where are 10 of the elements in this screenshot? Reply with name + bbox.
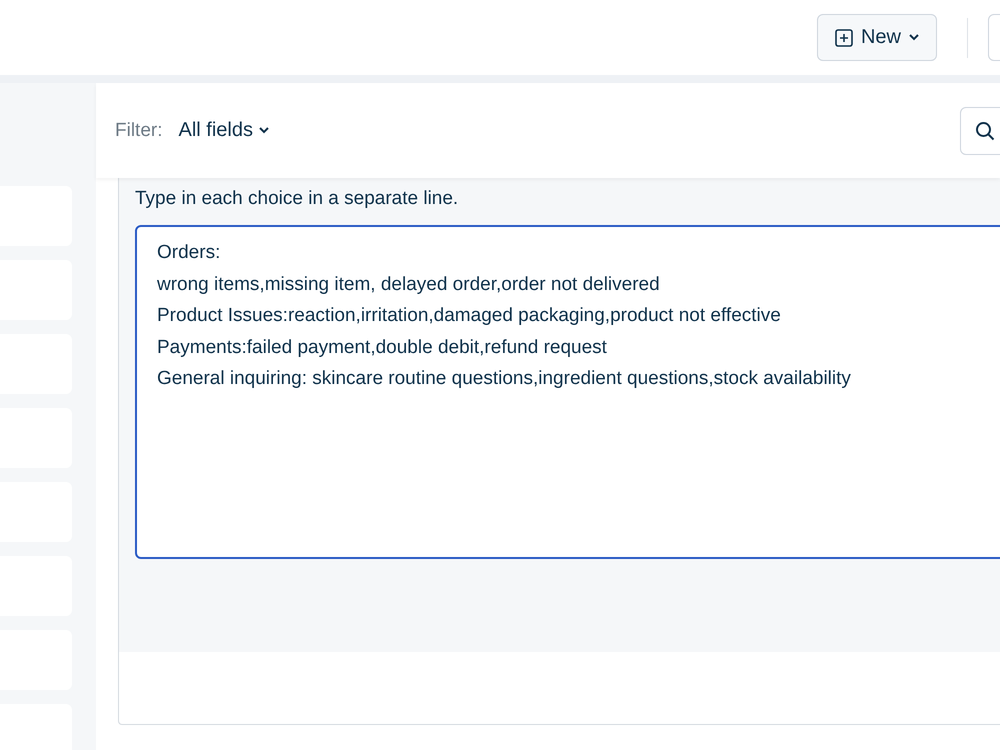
plus-square-icon (834, 28, 853, 46)
new-button[interactable]: New (817, 14, 937, 61)
filter-label: Filter: (115, 120, 162, 142)
search-button[interactable] (960, 106, 1000, 154)
caret-icon (258, 127, 269, 134)
choices-textarea[interactable]: Orders: wrong items,missing item, delayed order,order not delivered Product Issues:reaction,irritation,damaged packaging,product not effective Payments:failed payment,double debit,refund request General inquiring: skincare routine questions,ingredient questions,stock availability (135, 225, 1000, 559)
filter-dropdown[interactable]: All fields (178, 119, 269, 142)
search-icon (975, 120, 995, 140)
hint-text: Type in each choice in a separate line. (135, 188, 460, 210)
caret-icon (909, 34, 919, 41)
